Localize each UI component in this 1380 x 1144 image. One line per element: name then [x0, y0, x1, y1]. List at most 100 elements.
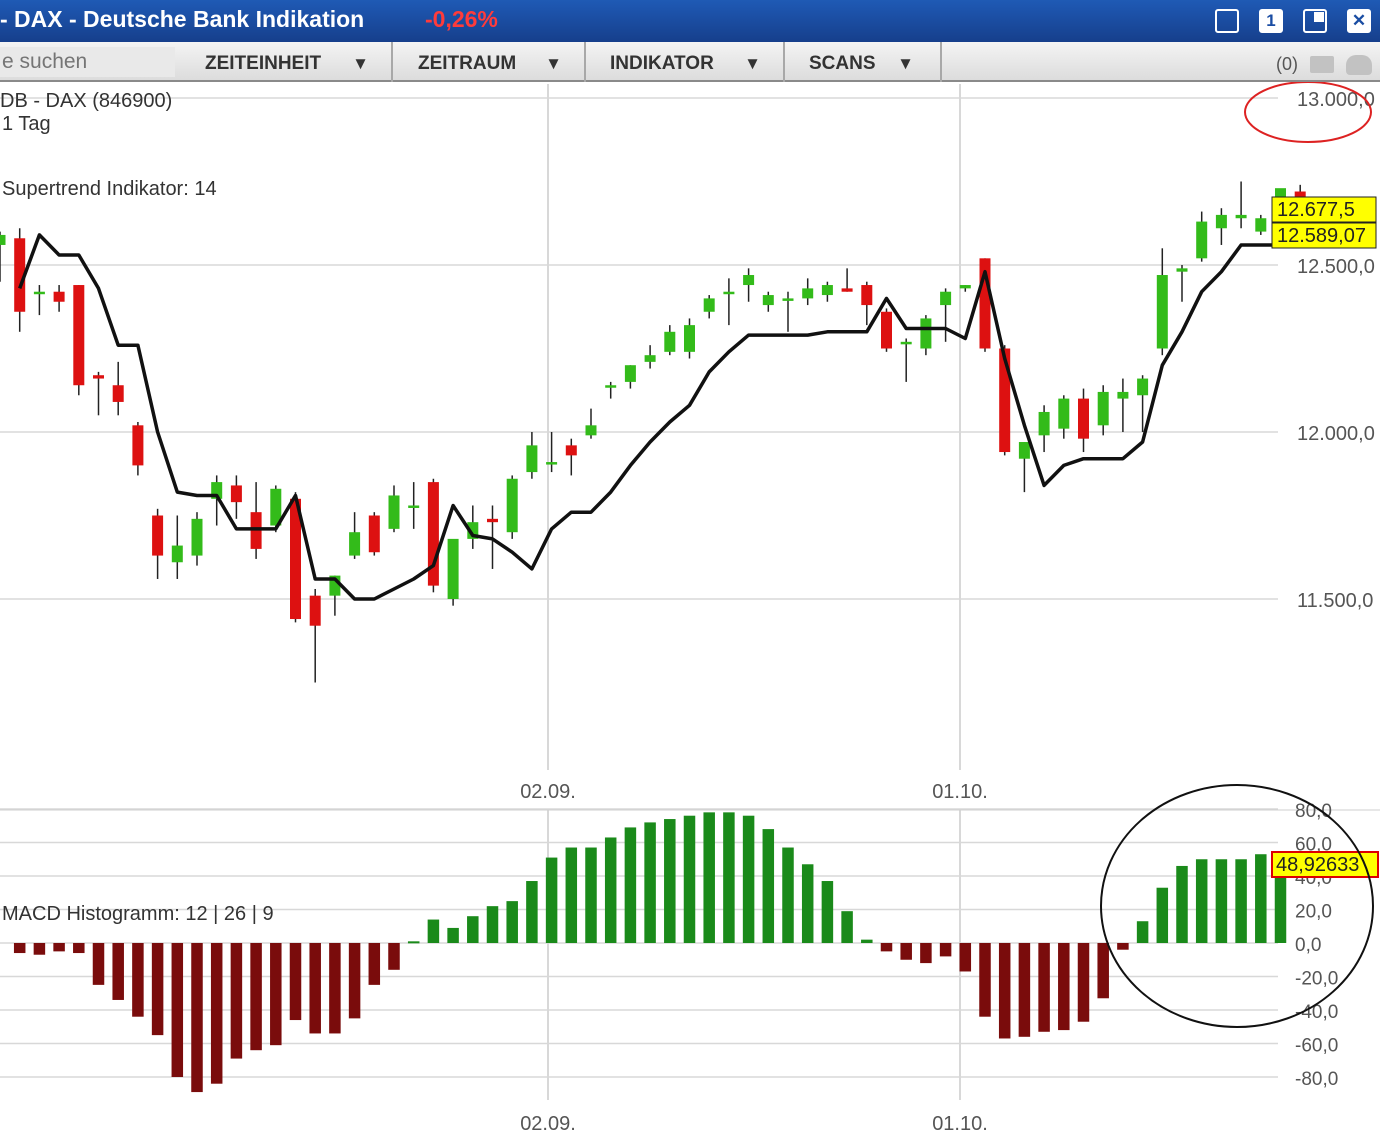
macd-bar-negative [959, 943, 972, 972]
macd-bar-positive [742, 815, 755, 943]
candle-down [93, 375, 104, 379]
macd-bar-positive [1195, 859, 1208, 943]
macd-bar-positive [486, 906, 499, 943]
detach-icon [1314, 12, 1324, 22]
macd-bar-positive [526, 881, 538, 943]
macd-bar-positive [683, 815, 696, 943]
macd-tick-label: 0,0 [1295, 935, 1321, 956]
macd-bar-negative [1077, 943, 1090, 1022]
candle-up [1018, 442, 1030, 459]
candle-down [565, 445, 577, 456]
zeiteinheit-dropdown[interactable]: ZEITEINHEIT ▼ [175, 42, 393, 82]
macd-bar-negative [368, 943, 381, 985]
indikator-dropdown[interactable]: INDIKATOR ▼ [586, 42, 785, 82]
detach-window-button[interactable] [1303, 9, 1327, 33]
zeitraum-dropdown[interactable]: ZEITRAUM ▼ [393, 42, 586, 82]
candle-up [171, 545, 183, 563]
zeitraum-label: ZEITRAUM [418, 53, 517, 74]
candle-up [723, 291, 735, 295]
price-tick-label: 11.500,0 [1297, 590, 1373, 612]
macd-bar-negative [92, 943, 105, 985]
macd-x-tick-label: 02.09. [520, 1113, 576, 1135]
close-window-button[interactable]: ✕ [1347, 9, 1371, 33]
candle-down [1078, 398, 1089, 439]
zeiteinheit-label: ZEITEINHEIT [205, 53, 322, 74]
candle-down [841, 288, 853, 292]
candle-up [388, 495, 400, 529]
candle-up [585, 425, 597, 436]
chart-title: DB - DAX (846900) [0, 90, 172, 112]
macd-bar-positive [427, 919, 440, 943]
macd-tick-label: -80,0 [1295, 1069, 1338, 1090]
macd-bar-positive [565, 847, 578, 943]
candle-up [920, 318, 932, 349]
restore-window-button[interactable] [1215, 9, 1239, 33]
scans-dropdown[interactable]: SCANS ▼ [785, 42, 942, 82]
macd-bar-negative [151, 943, 164, 1036]
folder-icon[interactable] [1310, 56, 1334, 73]
candle-up [900, 341, 912, 345]
macd-bar-positive [821, 881, 834, 943]
candle-up [959, 285, 971, 289]
cloud-icon[interactable] [1346, 55, 1372, 75]
macd-bar-negative [73, 943, 85, 954]
price-x-tick-label: 02.09. [520, 781, 576, 803]
macd-bar-positive [1136, 921, 1149, 943]
macd-bar-negative [270, 943, 282, 1046]
macd-bar-negative [1018, 943, 1031, 1037]
price-change-badge: -0,26% [425, 6, 498, 32]
candle-up [526, 445, 538, 473]
chart-timeframe: 1 Tag [2, 113, 51, 135]
macd-bar-positive [861, 939, 873, 943]
macd-bar-negative [230, 943, 243, 1059]
price-tick-label: 13.000,0 [1297, 89, 1375, 111]
macd-bar-negative [900, 943, 912, 960]
supertrend-value-label: 12.589,07 [1277, 225, 1366, 247]
indikator-label: INDIKATOR [610, 53, 714, 74]
candle-up [1117, 391, 1129, 399]
macd-bar-positive [407, 941, 420, 944]
macd-bar-negative [191, 943, 203, 1093]
candle-down [73, 285, 85, 386]
candle-down [132, 425, 144, 466]
candle-up [703, 298, 715, 312]
macd-bar-negative [33, 943, 46, 955]
macd-bar-positive [1235, 859, 1247, 943]
macd-bar-negative [1117, 943, 1129, 950]
candle-up [1137, 378, 1149, 396]
macd-bar-negative [979, 943, 991, 1017]
macd-bar-negative [1038, 943, 1050, 1032]
macd-bar-negative [309, 943, 321, 1034]
macd-bar-positive [506, 901, 518, 943]
macd-bar-positive [782, 847, 794, 943]
candle-down [112, 385, 124, 402]
macd-bar-negative [13, 943, 26, 954]
price-tick-label: 12.000,0 [1297, 423, 1375, 445]
macd-bar-negative [53, 943, 65, 952]
window-title: - DAX - Deutsche Bank Indikation [0, 6, 365, 32]
candle-up [684, 325, 695, 352]
macd-bar-negative [329, 943, 341, 1034]
candle-up [191, 518, 203, 556]
layout-one-button[interactable]: 1 [1259, 9, 1283, 33]
macd-bar-positive [447, 927, 459, 943]
macd-bar-positive [1156, 887, 1169, 943]
candle-up [743, 275, 755, 286]
candle-up [1058, 398, 1070, 429]
candle-up [1235, 214, 1247, 219]
macd-bar-positive [624, 827, 637, 943]
candle-up [1156, 275, 1168, 349]
candle-down [881, 311, 892, 349]
macd-bar-negative [250, 943, 262, 1051]
candle-up [1255, 218, 1267, 232]
candle-up [624, 365, 636, 382]
chart-area: 13.000,012.500,012.000,011.500,080,060,0… [0, 82, 1380, 1135]
candle-up [802, 288, 814, 299]
macd-tick-label: 20,0 [1295, 902, 1332, 923]
chevron-down-icon: ▼ [744, 54, 761, 73]
candle-up [1215, 214, 1227, 229]
search-input[interactable] [0, 47, 175, 77]
macd-bar-negative [939, 943, 952, 957]
candle-up [1097, 391, 1109, 426]
scans-label: SCANS [809, 53, 876, 74]
